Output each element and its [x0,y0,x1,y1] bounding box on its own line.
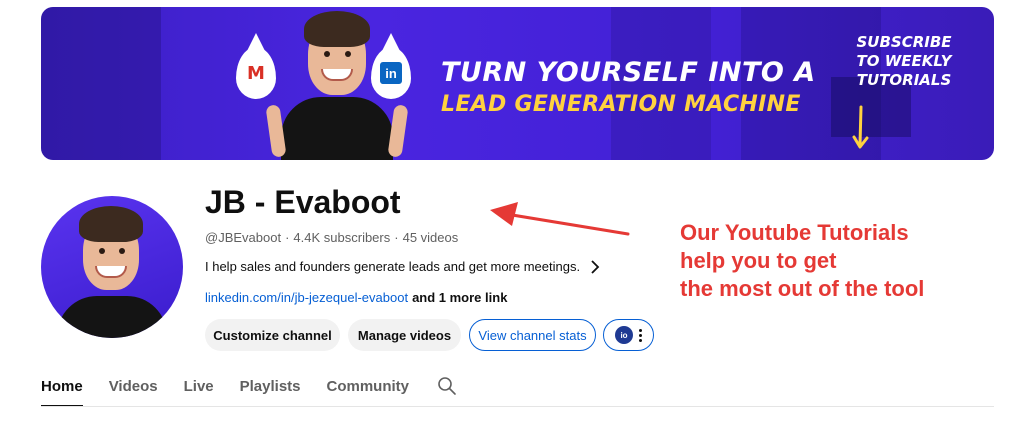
pointing-finger [387,104,409,158]
channel-avatar[interactable] [41,196,183,338]
extension-logo-icon: io [615,326,633,344]
person-eye [345,51,351,57]
banner-person-image [261,7,411,160]
banner-decoration [41,7,161,160]
subscribe-line: TO WEEKLY [856,52,952,70]
arrow-down-icon [852,105,869,149]
tab-community[interactable]: Community [327,366,410,407]
tab-live[interactable]: Live [184,366,214,407]
channel-name: JB - Evaboot [205,184,401,220]
banner-headline: TURN YOURSELF INTO A LEAD GENERATION MAC… [441,57,816,117]
tab-home[interactable]: Home [41,366,83,407]
chevron-right-icon[interactable] [590,259,600,274]
banner-subscribe-text: SUBSCRIBE TO WEEKLY TUTORIALS [839,33,969,90]
channel-links: linkedin.com/in/jb-jezequel-evaboot and 1… [205,290,507,305]
subscribe-line: SUBSCRIBE [856,33,952,51]
tab-playlists[interactable]: Playlists [240,366,301,407]
video-count: 45 videos [402,230,459,245]
channel-handle: @JBEvaboot [205,230,282,245]
channel-tabs: Home Videos Live Playlists Community [41,366,457,407]
avatar-eye [99,248,105,254]
annotation-text: Our Youtube Tutorials help you to get th… [680,219,924,303]
person-eye [324,51,330,57]
channel-description[interactable]: I help sales and founders generate leads… [205,259,600,274]
subscribe-line: TUTORIALS [856,71,952,89]
subscriber-count: 4.4K subscribers [293,230,391,245]
banner-headline-line1: TURN YOURSELF INTO A [441,57,816,88]
customize-channel-button[interactable]: Customize channel [205,319,340,351]
avatar-eye [119,248,125,254]
meta-separator: · [394,230,399,245]
description-text: I help sales and founders generate leads… [205,259,581,274]
extension-menu-button[interactable]: io [603,319,654,351]
avatar-hair [79,206,143,242]
tab-videos[interactable]: Videos [109,366,158,407]
more-vert-icon [639,328,642,342]
more-links-button[interactable]: and 1 more link [412,290,507,305]
tabs-divider [41,406,994,407]
meta-separator: · [285,230,290,245]
linkedin-link[interactable]: linkedin.com/in/jb-jezequel-evaboot [205,290,408,305]
red-arrow-icon [490,202,630,236]
person-shirt [281,97,393,160]
banner-headline-line2: LEAD GENERATION MACHINE [441,92,801,117]
person-hair [304,11,370,47]
avatar-shirt [57,296,167,338]
manage-videos-button[interactable]: Manage videos [348,319,461,351]
annotation-line: help you to get [680,248,837,273]
annotation-line: Our Youtube Tutorials [680,220,909,245]
search-icon[interactable] [437,366,457,401]
view-channel-stats-button[interactable]: View channel stats [469,319,596,351]
channel-meta: @JBEvaboot · 4.4K subscribers · 45 videos [205,230,458,245]
annotation-line: the most out of the tool [680,276,925,301]
